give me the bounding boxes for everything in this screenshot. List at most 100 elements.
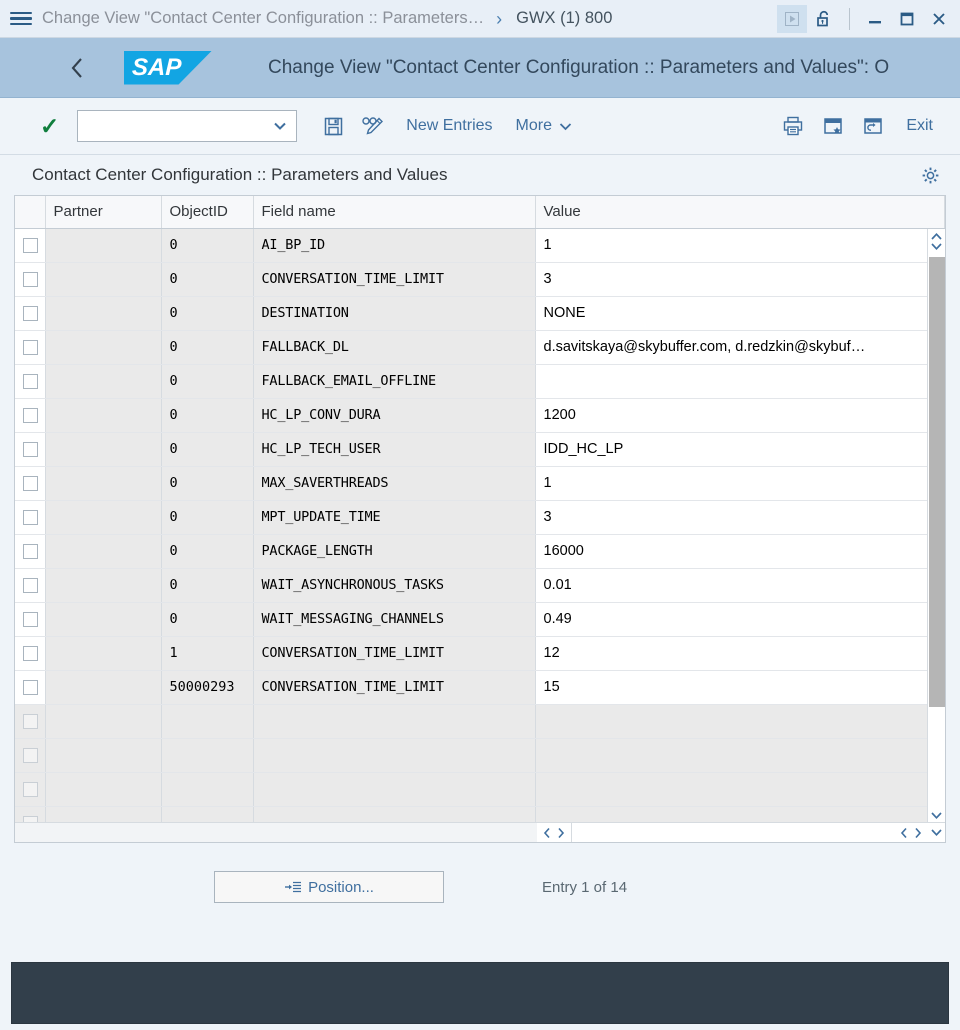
cell-value[interactable]: 0.49: [535, 602, 945, 637]
row-select-cell[interactable]: [15, 228, 46, 263]
cell-objectid[interactable]: 50000293: [161, 670, 254, 705]
row-checkbox[interactable]: [23, 237, 38, 253]
hscroll-right-arrows[interactable]: [895, 823, 927, 842]
row-select-cell[interactable]: [15, 398, 46, 433]
scroll-right-end-icon[interactable]: [914, 827, 922, 839]
row-select-cell[interactable]: [15, 670, 46, 705]
table-row[interactable]: 0 MPT_UPDATE_TIME 3: [15, 500, 945, 535]
table-row-empty[interactable]: [15, 704, 945, 739]
cell-objectid[interactable]: 0: [161, 228, 254, 263]
cell-fieldname[interactable]: DESTINATION: [253, 296, 536, 331]
create-favorite-icon[interactable]: [813, 108, 853, 144]
cell-objectid[interactable]: 0: [161, 262, 254, 297]
row-checkbox[interactable]: [23, 747, 38, 763]
back-chevron-icon[interactable]: [58, 48, 98, 88]
table-row-empty[interactable]: [15, 772, 945, 807]
row-select-cell[interactable]: [15, 738, 46, 773]
table-row-empty[interactable]: [15, 738, 945, 773]
row-checkbox[interactable]: [23, 441, 38, 457]
cell-partner[interactable]: [45, 772, 162, 807]
cell-partner[interactable]: [45, 500, 162, 535]
row-select-cell[interactable]: [15, 704, 46, 739]
row-select-cell[interactable]: [15, 330, 46, 365]
breadcrumb-chevron-icon[interactable]: ›: [496, 10, 502, 28]
command-field[interactable]: [77, 110, 298, 142]
row-checkbox[interactable]: [23, 543, 38, 559]
cell-fieldname[interactable]: AI_BP_ID: [253, 228, 536, 263]
table-row[interactable]: 0 DESTINATION NONE: [15, 296, 945, 331]
cell-fieldname[interactable]: MAX_SAVERTHREADS: [253, 466, 536, 501]
cell-objectid[interactable]: 0: [161, 330, 254, 365]
table-row[interactable]: 0 HC_LP_TECH_USER IDD_HC_LP: [15, 432, 945, 467]
cell-fieldname[interactable]: FALLBACK_DL: [253, 330, 536, 365]
hscroll-left-arrows[interactable]: [537, 823, 572, 842]
row-checkbox[interactable]: [23, 781, 38, 797]
row-checkbox[interactable]: [23, 645, 38, 661]
row-checkbox[interactable]: [23, 713, 38, 729]
cell-partner[interactable]: [45, 398, 162, 433]
cell-objectid[interactable]: 0: [161, 568, 254, 603]
save-floppy-icon[interactable]: [313, 108, 353, 144]
cell-value[interactable]: NONE: [535, 296, 945, 331]
cell-value[interactable]: 1: [535, 228, 945, 263]
table-row[interactable]: 0 AI_BP_ID 1: [15, 228, 945, 263]
minimize-icon[interactable]: [860, 5, 890, 33]
cell-value[interactable]: 3: [535, 500, 945, 535]
scroll-bottom-icon[interactable]: [930, 811, 943, 822]
cell-value[interactable]: [535, 364, 945, 399]
cell-partner[interactable]: [45, 466, 162, 501]
table-row[interactable]: 0 WAIT_ASYNCHRONOUS_TASKS 0.01: [15, 568, 945, 603]
scroll-down-icon[interactable]: [930, 242, 943, 251]
cell-value[interactable]: 15: [535, 670, 945, 705]
row-checkbox[interactable]: [23, 611, 38, 627]
table-row[interactable]: 0 HC_LP_CONV_DURA 1200: [15, 398, 945, 433]
unlock-icon[interactable]: [809, 5, 839, 33]
cell-value[interactable]: 1: [535, 466, 945, 501]
table-row[interactable]: 0 FALLBACK_DL d.savitskaya@skybuffer.com, …: [15, 330, 945, 365]
table-row[interactable]: 0 PACKAGE_LENGTH 16000: [15, 534, 945, 569]
cell-fieldname[interactable]: PACKAGE_LENGTH: [253, 534, 536, 569]
row-select-cell[interactable]: [15, 262, 46, 297]
table-row[interactable]: 1 CONVERSATION_TIME_LIMIT 12: [15, 636, 945, 671]
row-select-cell[interactable]: [15, 636, 46, 671]
play-icon[interactable]: [777, 4, 807, 33]
row-select-cell[interactable]: [15, 534, 46, 569]
cell-fieldname[interactable]: FALLBACK_EMAIL_OFFLINE: [253, 364, 536, 399]
close-icon[interactable]: [924, 5, 954, 33]
cell-partner[interactable]: [45, 228, 162, 263]
row-checkbox[interactable]: [23, 577, 38, 593]
row-select-cell[interactable]: [15, 602, 46, 637]
cell-objectid[interactable]: 0: [161, 466, 254, 501]
row-checkbox[interactable]: [23, 373, 38, 389]
cell-value[interactable]: 12: [535, 636, 945, 671]
new-entries-button[interactable]: New Entries: [393, 117, 505, 135]
cell-objectid[interactable]: 0: [161, 534, 254, 569]
cell-objectid[interactable]: 0: [161, 602, 254, 637]
row-select-cell[interactable]: [15, 466, 46, 501]
cell-partner[interactable]: [45, 704, 162, 739]
cell-value[interactable]: d.savitskaya@skybuffer.com, d.redzkin@sk…: [535, 330, 945, 365]
table-row[interactable]: 0 CONVERSATION_TIME_LIMIT 3: [15, 262, 945, 297]
row-checkbox[interactable]: [23, 407, 38, 423]
scroll-corner-down-icon[interactable]: [927, 823, 945, 842]
row-checkbox[interactable]: [23, 271, 38, 287]
sap-logo[interactable]: SAP: [124, 50, 212, 85]
scroll-left-icon[interactable]: [543, 827, 551, 839]
cell-fieldname[interactable]: MPT_UPDATE_TIME: [253, 500, 536, 535]
cell-objectid[interactable]: [161, 772, 254, 807]
column-header-fieldname[interactable]: Field name: [253, 196, 536, 229]
cell-fieldname[interactable]: HC_LP_TECH_USER: [253, 432, 536, 467]
cell-value[interactable]: IDD_HC_LP: [535, 432, 945, 467]
cell-objectid[interactable]: [161, 738, 254, 773]
column-header-objectid[interactable]: ObjectID: [161, 196, 254, 229]
maximize-icon[interactable]: [892, 5, 922, 33]
row-select-cell[interactable]: [15, 568, 46, 603]
vertical-scrollbar[interactable]: [927, 229, 945, 822]
cell-partner[interactable]: [45, 602, 162, 637]
cell-fieldname[interactable]: WAIT_ASYNCHRONOUS_TASKS: [253, 568, 536, 603]
check-icon[interactable]: ✓: [40, 114, 59, 138]
cell-objectid[interactable]: 0: [161, 364, 254, 399]
exit-button[interactable]: Exit: [893, 117, 946, 135]
column-header-partner[interactable]: Partner: [45, 196, 162, 229]
row-checkbox[interactable]: [23, 679, 38, 695]
